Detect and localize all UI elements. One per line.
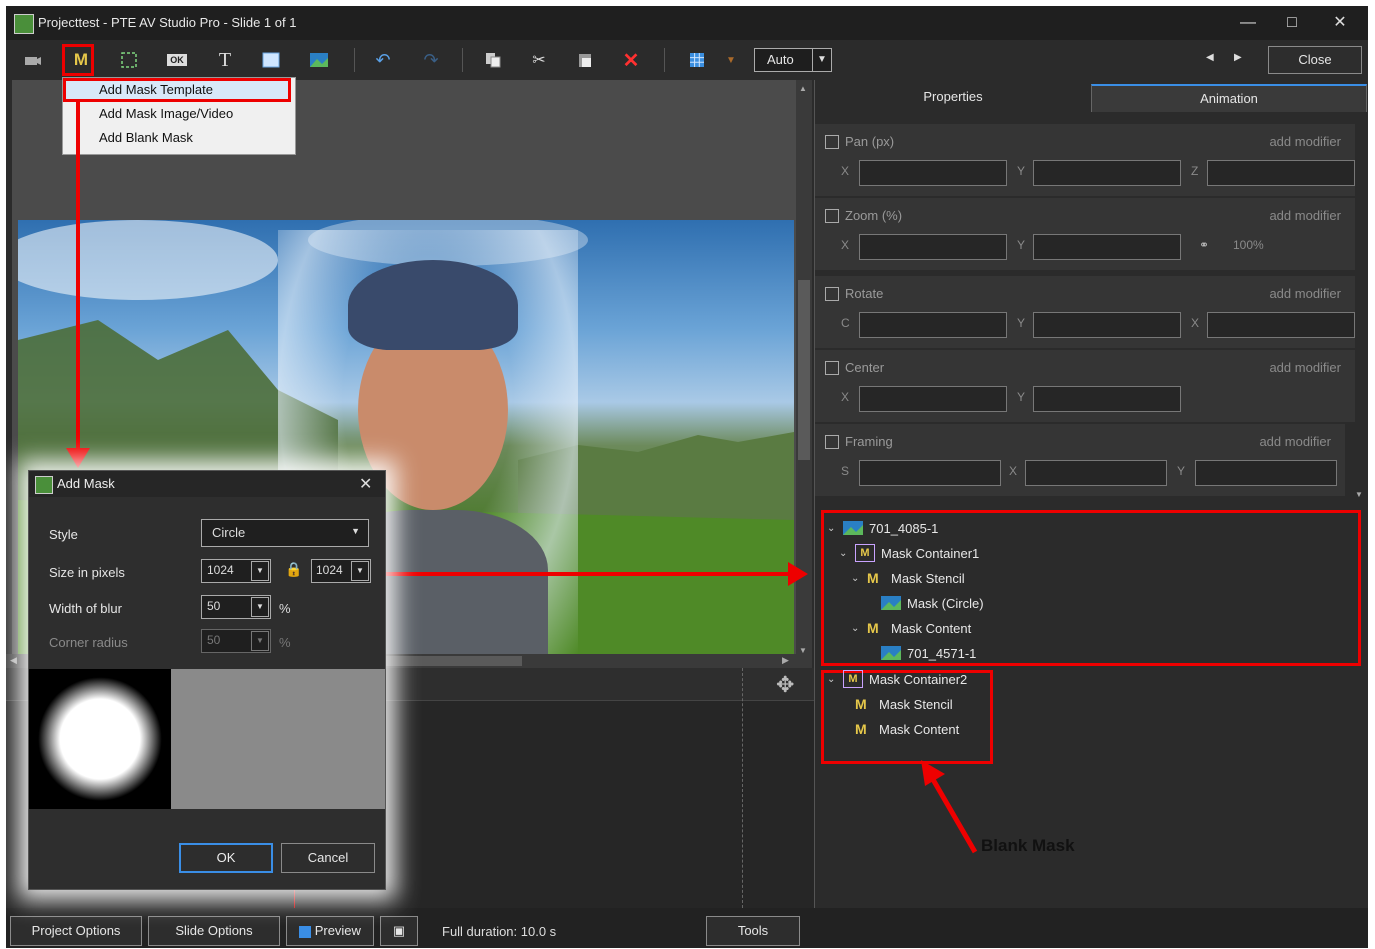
lock-icon[interactable]: 🔒 [285, 561, 302, 578]
blur-value: 50 [207, 599, 221, 613]
dialog-app-icon [35, 476, 53, 494]
blur-label: Width of blur [49, 601, 122, 616]
mask-preview-background [171, 669, 385, 809]
ok-button[interactable]: OK [179, 843, 273, 873]
add-mask-dialog: Add Mask ✕ Style Circle ▼ Size in pixels… [28, 470, 386, 890]
size-width-field[interactable]: 1024 ▼ [201, 559, 271, 583]
mask-preview [29, 669, 171, 809]
size-height-field[interactable]: 1024 ▼ [311, 559, 371, 583]
corner-dropdown-icon: ▼ [251, 631, 269, 651]
style-label: Style [49, 527, 78, 542]
blur-field[interactable]: 50 ▼ [201, 595, 271, 619]
chevron-down-icon: ▼ [351, 526, 360, 536]
corner-label: Corner radius [49, 635, 128, 650]
dialog-close-icon[interactable]: ✕ [359, 474, 372, 494]
corner-value: 50 [207, 633, 221, 647]
dialog-title-bar: Add Mask ✕ [29, 471, 385, 497]
dialog-title: Add Mask [57, 476, 115, 491]
size-height-value: 1024 [316, 563, 343, 577]
size-height-dropdown-icon[interactable]: ▼ [351, 561, 369, 581]
style-select[interactable]: Circle ▼ [201, 519, 369, 547]
corner-unit: % [279, 635, 291, 650]
size-width-dropdown-icon[interactable]: ▼ [251, 561, 269, 581]
blur-unit: % [279, 601, 291, 616]
corner-field: 50 ▼ [201, 629, 271, 653]
cancel-button[interactable]: Cancel [281, 843, 375, 873]
style-select-value: Circle [212, 525, 246, 540]
size-width-value: 1024 [207, 563, 234, 577]
size-label: Size in pixels [49, 565, 125, 580]
blur-dropdown-icon[interactable]: ▼ [251, 597, 269, 617]
